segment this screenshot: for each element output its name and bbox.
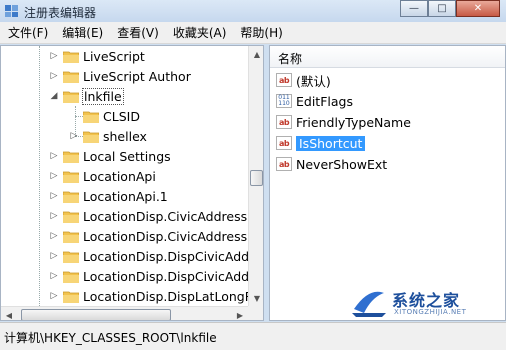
- string-value-icon: ab: [276, 115, 292, 129]
- collapsed-arrow-icon[interactable]: ▷: [49, 231, 59, 241]
- tree-vertical-scrollbar[interactable]: ▲ ▼: [248, 46, 263, 306]
- maximize-button[interactable]: □: [428, 0, 456, 17]
- collapsed-arrow-icon[interactable]: ▷: [49, 211, 59, 221]
- folder-icon: [63, 191, 79, 203]
- tree-item[interactable]: ▷ LocationApi.1: [49, 186, 168, 206]
- folder-icon: [83, 111, 99, 123]
- value-item[interactable]: ab NeverShowExt: [276, 154, 387, 174]
- tree-item[interactable]: ▷ LocationDisp.DispLatLongRe: [49, 286, 261, 306]
- value-item-label: (默认): [296, 73, 331, 89]
- folder-icon: [83, 131, 99, 143]
- tree-item[interactable]: ▷ LocationDisp.DispCivicAddre: [49, 266, 262, 286]
- tree-item[interactable]: ▷ LocationDisp.CivicAddressRe: [49, 206, 263, 226]
- collapsed-arrow-icon[interactable]: ▷: [49, 251, 59, 261]
- tree-item-label: LocationDisp.CivicAddressRe: [83, 228, 263, 244]
- minimize-button[interactable]: —: [400, 0, 428, 17]
- tree-item[interactable]: ▷ LocationDisp.CivicAddressRe: [49, 226, 263, 246]
- folder-icon: [63, 291, 79, 303]
- scroll-thumb[interactable]: [250, 170, 263, 186]
- tree-guide-line: [39, 46, 40, 306]
- tree-item[interactable]: ▷ Local Settings: [49, 146, 171, 166]
- value-item[interactable]: ab (默认): [276, 70, 331, 90]
- tree-item[interactable]: ▷ LocationDisp.DispCivicAddre: [49, 246, 262, 266]
- site-watermark: 系统之家 XITONGZHIJIA.NET: [350, 283, 506, 323]
- title-bar: 注册表编辑器 — □ ✕: [0, 0, 506, 22]
- tree-horizontal-scrollbar[interactable]: ◀ ▶: [1, 306, 248, 320]
- string-value-icon: ab: [276, 157, 292, 171]
- value-item-label: IsShortcut: [296, 135, 366, 151]
- tree-item[interactable]: ▷ LiveScript: [49, 46, 145, 66]
- tree-item-label: Local Settings: [83, 148, 171, 164]
- folder-icon: [63, 91, 79, 103]
- folder-icon: [63, 71, 79, 83]
- tree-item-label: LocationDisp.DispCivicAddre: [83, 268, 262, 284]
- expanded-arrow-icon[interactable]: ◢: [49, 91, 59, 101]
- collapsed-arrow-icon[interactable]: ▷: [49, 171, 59, 181]
- column-header-name[interactable]: 名称: [270, 46, 505, 68]
- tree-item-label: LocationApi: [83, 168, 156, 184]
- value-item[interactable]: 011 110 EditFlags: [276, 91, 353, 111]
- menu-view[interactable]: 查看(V): [109, 24, 165, 41]
- scroll-down-arrow-icon[interactable]: ▼: [249, 290, 263, 306]
- status-path: 计算机\HKEY_CLASSES_ROOT\lnkfile: [4, 331, 217, 345]
- collapsed-arrow-icon[interactable]: ▷: [49, 191, 59, 201]
- scroll-left-arrow-icon[interactable]: ◀: [1, 307, 17, 320]
- tree-item-label: lnkfile: [82, 87, 124, 105]
- tree-item-label: LiveScript Author: [83, 68, 191, 84]
- menu-bar: 文件(F) 编辑(E) 查看(V) 收藏夹(A) 帮助(H): [0, 22, 506, 44]
- regedit-app-icon: [5, 5, 18, 17]
- tree-item-label: LocationDisp.CivicAddressRe: [83, 208, 263, 224]
- value-item-label: NeverShowExt: [296, 156, 388, 172]
- tree-item[interactable]: ▷ shellex: [69, 126, 147, 146]
- folder-icon: [63, 231, 79, 243]
- status-bar: 计算机\HKEY_CLASSES_ROOT\lnkfile: [0, 322, 506, 350]
- string-value-icon: ab: [276, 136, 292, 150]
- tree-item-label: shellex: [103, 128, 147, 144]
- tree-item[interactable]: ◢ lnkfile: [49, 86, 124, 106]
- scroll-thumb-horizontal[interactable]: [21, 309, 171, 320]
- folder-icon: [63, 171, 79, 183]
- binary-value-icon: 011 110: [276, 94, 292, 108]
- tree-item-label: LocationApi.1: [83, 188, 168, 204]
- tree-item-label: LiveScript: [83, 48, 145, 64]
- value-item-label: EditFlags: [296, 93, 353, 109]
- scroll-up-arrow-icon[interactable]: ▲: [249, 46, 263, 62]
- tree-item[interactable]: ▷ LocationApi: [49, 166, 156, 186]
- tree-item-label: LocationDisp.DispCivicAddre: [83, 248, 262, 264]
- folder-icon: [63, 251, 79, 263]
- menu-favorites[interactable]: 收藏夹(A): [165, 24, 233, 41]
- tree-item-label: CLSID: [103, 108, 140, 124]
- menu-help[interactable]: 帮助(H): [232, 24, 288, 41]
- value-item[interactable]: ab FriendlyTypeName: [276, 112, 411, 132]
- folder-icon: [63, 211, 79, 223]
- string-value-icon: ab: [276, 73, 292, 87]
- folder-icon: [63, 271, 79, 283]
- folder-icon: [63, 151, 79, 163]
- scroll-right-arrow-icon[interactable]: ▶: [232, 307, 248, 320]
- collapsed-arrow-icon[interactable]: ▷: [49, 291, 59, 301]
- collapsed-arrow-icon[interactable]: ▷: [49, 151, 59, 161]
- value-item-label: FriendlyTypeName: [296, 114, 411, 130]
- tree-item-label: LocationDisp.DispLatLongRe: [83, 288, 261, 304]
- collapsed-arrow-icon[interactable]: ▷: [49, 51, 59, 61]
- collapsed-arrow-icon[interactable]: ▷: [69, 131, 79, 141]
- caption-buttons: — □ ✕: [400, 0, 500, 18]
- watermark-logo-icon: [352, 291, 386, 317]
- scroll-corner: [248, 306, 263, 320]
- registry-values-pane[interactable]: 名称 ab (默认) 011 110 EditFlags ab FriendlyTypeNa…: [269, 45, 506, 321]
- collapsed-arrow-icon[interactable]: ▷: [49, 71, 59, 81]
- menu-edit[interactable]: 编辑(E): [54, 24, 109, 41]
- registry-key-tree[interactable]: ▷ LiveScript ▷ LiveScript Author ◢ lnkfile CLS…: [0, 45, 264, 321]
- watermark-url: XITONGZHIJIA.NET: [394, 308, 467, 316]
- window-title: 注册表编辑器: [24, 6, 97, 20]
- collapsed-arrow-icon[interactable]: ▷: [49, 271, 59, 281]
- tree-item[interactable]: CLSID: [69, 106, 140, 126]
- menu-file[interactable]: 文件(F): [0, 24, 54, 41]
- value-item[interactable]: ab IsShortcut: [276, 133, 366, 153]
- tree-item[interactable]: ▷ LiveScript Author: [49, 66, 191, 86]
- close-button[interactable]: ✕: [456, 0, 500, 17]
- folder-icon: [63, 51, 79, 63]
